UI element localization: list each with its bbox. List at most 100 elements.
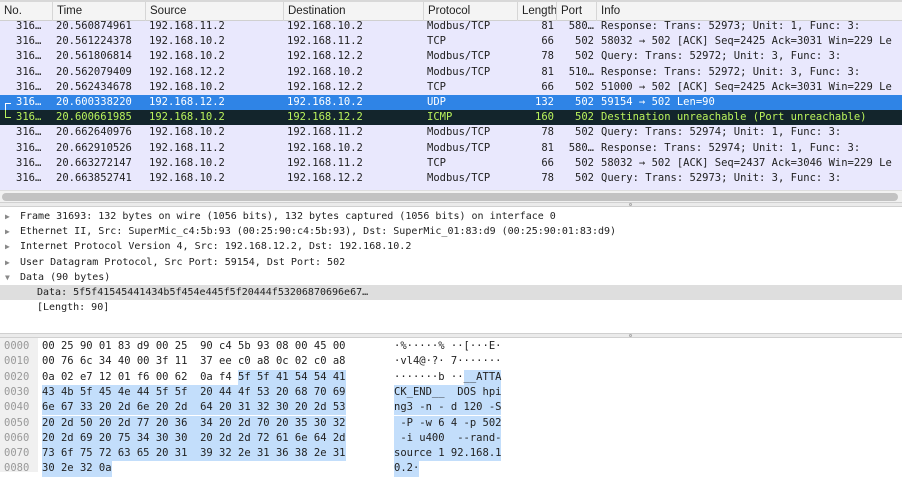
collapsed-triangle-icon[interactable]: ▶ xyxy=(5,239,10,254)
cell-proto: Modbus/TCP xyxy=(427,20,491,32)
cell-port: 502 xyxy=(575,111,594,124)
hex-bytes[interactable]: 30 2e 32 0a xyxy=(42,461,112,477)
cell-info: Response: Trans: 52973; Unit: 1, Func: 3… xyxy=(601,20,861,32)
scrollbar-thumb[interactable] xyxy=(2,193,898,201)
ascii-bytes-container[interactable]: 0.2· xyxy=(394,461,419,477)
splitter-handle-icon xyxy=(629,334,632,337)
cell-len: 81 xyxy=(541,20,554,32)
pane-splitter-top[interactable] xyxy=(0,202,902,207)
cell-src: 192.168.10.2 xyxy=(149,156,225,169)
detail-row[interactable]: ▶ Internet Protocol Version 4, Src: 192.1… xyxy=(0,239,902,254)
packet-row[interactable]: 316… 20.561224378 192.168.10.2 192.168.11.2… xyxy=(0,34,902,49)
byte-offset: 0080 xyxy=(4,462,30,475)
cell-time: 20.600661985 xyxy=(56,111,132,124)
packet-row[interactable]: 316… 20.663852741 192.168.10.2 192.168.12.2… xyxy=(0,171,902,186)
byte-offset: 0010 xyxy=(4,355,30,368)
ascii-bytes: source 1 92.168.1 xyxy=(394,447,502,460)
cell-src: 192.168.10.2 xyxy=(149,35,225,48)
hex-bytes[interactable]: 20 2d 50 20 2d 77 20 36 34 20 2d 70 20 3… xyxy=(42,415,346,431)
packet-row[interactable]: 316… 20.662910526 192.168.11.2 192.168.10.2… xyxy=(0,141,902,156)
cell-proto: ICMP xyxy=(427,111,453,124)
ascii-bytes-container[interactable]: source 1 92.168.1 xyxy=(394,446,502,462)
cell-time: 20.662640976 xyxy=(56,126,132,139)
detail-row[interactable]: ▼ Data (90 bytes) xyxy=(0,270,902,285)
ascii-bytes: -P -w 6 4 -p 502 xyxy=(394,416,502,429)
packet-row[interactable]: 316… 20.663272147 192.168.10.2 192.168.11.2… xyxy=(0,156,902,171)
ascii-bytes: CK_END__ DOS hpi xyxy=(394,385,502,398)
ascii-bytes: ·%·····% ··[···E· xyxy=(394,340,502,352)
packet-row[interactable]: 316… 20.562079409 192.168.12.2 192.168.10.2… xyxy=(0,65,902,80)
cell-info: Response: Trans: 52974; Unit: 1, Func: 3… xyxy=(601,141,861,154)
hex-bytes[interactable]: 43 4b 5f 45 4e 44 5f 5f 20 44 4f 53 20 6… xyxy=(42,384,346,401)
cell-src: 192.168.10.2 xyxy=(149,111,225,124)
cell-proto: UDP xyxy=(427,96,446,108)
cell-src: 192.168.10.2 xyxy=(149,126,225,139)
packet-row[interactable]: 316… 20.562434678 192.168.10.2 192.168.12.2… xyxy=(0,80,902,95)
packet-list-header: No. Time Source Destination Protocol Length Po… xyxy=(0,0,902,21)
hex-bytes[interactable]: 73 6f 75 72 63 65 20 31 39 32 2e 31 36 3… xyxy=(42,446,346,462)
cell-src: 192.168.10.2 xyxy=(149,50,225,63)
hex-bytes[interactable]: 0a 02 e7 12 01 f6 00 62 0a f4 5f 5f 41 5… xyxy=(42,369,346,385)
hex-bytes[interactable]: 00 25 90 01 83 d9 00 25 90 c4 5b 93 08 0… xyxy=(42,339,346,354)
cell-info: 58032 → 502 [ACK] Seq=2437 Ack=3046 Win=… xyxy=(601,156,892,169)
detail-row[interactable]: ▶ User Datagram Protocol, Src Port: 59154… xyxy=(0,255,902,270)
packet-details-pane[interactable]: ▶ Frame 31693: 132 bytes on wire (1056 bi… xyxy=(0,208,902,334)
cell-time: 20.662910526 xyxy=(56,141,132,154)
ascii-bytes-container[interactable]: ng3 -n - d 120 -S xyxy=(394,400,501,416)
packet-row[interactable]: 316… 20.662640976 192.168.10.2 192.168.11.2… xyxy=(0,125,902,140)
packet-list-horizontal-scrollbar[interactable] xyxy=(0,190,902,202)
cell-port: 502 xyxy=(575,172,594,184)
ascii-bytes: ·vl4@·?· 7······· xyxy=(394,355,502,368)
collapsed-triangle-icon[interactable]: ▶ xyxy=(5,255,10,270)
byte-offset: 0020 xyxy=(4,370,30,383)
cell-info: 59154 → 502 Len=90 xyxy=(601,96,715,108)
cell-src: 192.168.11.2 xyxy=(149,20,225,32)
ascii-bytes-container[interactable]: ·······b ··__ATTA xyxy=(394,369,501,385)
collapsed-triangle-icon[interactable]: ▶ xyxy=(5,224,10,239)
packet-row[interactable]: 316… 20.600661985 192.168.10.2 192.168.12.2… xyxy=(0,110,902,126)
cell-info: Response: Trans: 52972; Unit: 3, Func: 3… xyxy=(601,65,861,78)
ascii-bytes-container[interactable]: ·vl4@·?· 7······· xyxy=(394,354,501,369)
detail-text: Data: 5f5f41545441434b5f454e445f5f20444f… xyxy=(37,287,369,298)
cell-len: 78 xyxy=(541,126,554,139)
ascii-bytes-container[interactable]: -i u400 --rand- xyxy=(394,430,502,447)
ascii-bytes-container[interactable]: ·%·····% ··[···E· xyxy=(394,339,501,354)
collapsed-triangle-icon[interactable]: ▶ xyxy=(5,209,10,224)
hex-bytes[interactable]: 6e 67 33 20 2d 6e 20 2d 64 20 31 32 30 2… xyxy=(42,400,346,416)
ascii-bytes-container[interactable]: CK_END__ DOS hpi xyxy=(394,384,502,401)
cell-port: 502 xyxy=(575,156,594,169)
cell-info: Query: Trans: 52974; Unit: 1, Func: 3: xyxy=(601,126,842,139)
ascii-bytes-container[interactable]: -P -w 6 4 -p 502 xyxy=(394,415,502,431)
detail-row[interactable]: Data: 5f5f41545441434b5f454e445f5f20444f… xyxy=(0,285,902,301)
cell-dst: 192.168.12.2 xyxy=(287,111,363,124)
detail-row[interactable]: [Length: 90] xyxy=(0,300,902,315)
hex-bytes[interactable]: 00 76 6c 34 40 00 3f 11 37 ee c0 a8 0c 0… xyxy=(42,354,346,369)
packet-row[interactable]: 316… 20.600338220 192.168.12.2 192.168.10.2… xyxy=(0,95,902,111)
cell-len: 81 xyxy=(541,65,554,78)
cell-proto: Modbus/TCP xyxy=(427,141,491,154)
detail-row[interactable]: ▶ Frame 31693: 132 bytes on wire (1056 bi… xyxy=(0,209,902,224)
cell-src: 192.168.10.2 xyxy=(149,80,225,93)
bytes-row: 0030 43 4b 5f 45 4e 44 5f 5f 20 44 4f 53 … xyxy=(0,384,902,401)
packet-row[interactable]: 316… 20.561806814 192.168.10.2 192.168.12.2… xyxy=(0,49,902,64)
hex-bytes[interactable]: 20 2d 69 20 75 34 30 30 20 2d 2d 72 61 6… xyxy=(42,430,346,447)
detail-text: Ethernet II, Src: SuperMic_c4:5b:93 (00:… xyxy=(20,226,617,238)
cell-len: 78 xyxy=(541,50,554,63)
expanded-triangle-icon[interactable]: ▼ xyxy=(5,270,10,285)
packet-bytes-pane[interactable]: 0000 00 25 90 01 83 d9 00 25 90 c4 5b 93 … xyxy=(0,338,902,477)
packet-row[interactable]: 316… 20.560874961 192.168.11.2 192.168.10.2… xyxy=(0,19,902,34)
cell-dst: 192.168.10.2 xyxy=(287,141,363,154)
byte-offset: 0070 xyxy=(4,447,30,460)
detail-row[interactable]: ▶ Ethernet II, Src: SuperMic_c4:5b:93 (00… xyxy=(0,224,902,239)
byte-offset: 0040 xyxy=(4,401,30,414)
cell-info: Query: Trans: 52973; Unit: 3, Func: 3: xyxy=(601,172,842,184)
bytes-row: 0050 20 2d 50 20 2d 77 20 36 34 20 2d 70 … xyxy=(0,415,902,431)
cell-dst: 192.168.10.2 xyxy=(287,65,363,78)
cell-port: 502 xyxy=(575,50,594,63)
cell-time: 20.560874961 xyxy=(56,20,132,32)
detail-text: Frame 31693: 132 bytes on wire (1056 bit… xyxy=(20,211,556,222)
packet-list[interactable]: No. Time Source Destination Protocol Length Po… xyxy=(0,0,902,190)
detail-text: User Datagram Protocol, Src Port: 59154,… xyxy=(20,256,346,268)
bytes-row: 0060 20 2d 69 20 75 34 30 30 20 2d 2d 72 … xyxy=(0,430,902,447)
ascii-bytes: -i u400 --rand- xyxy=(394,431,502,444)
